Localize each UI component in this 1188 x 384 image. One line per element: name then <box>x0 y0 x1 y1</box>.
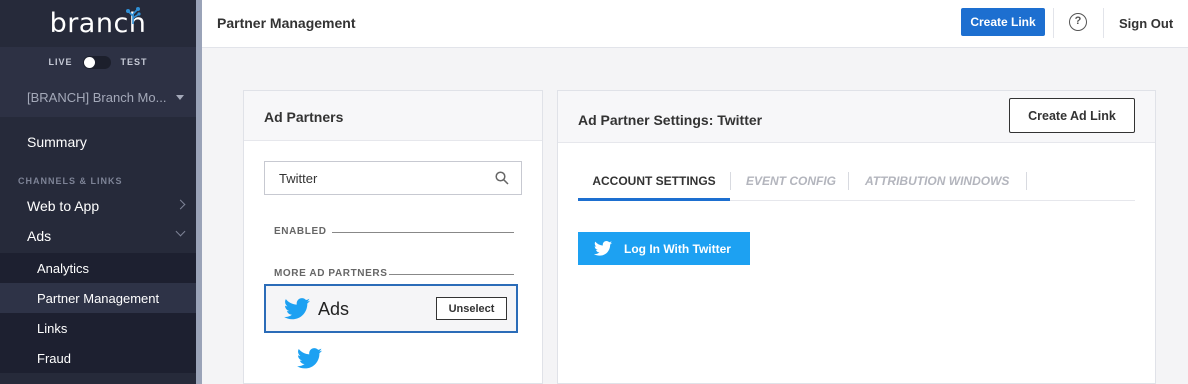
twitter-login-button[interactable]: Log In With Twitter <box>578 232 750 265</box>
partner-name: Ads <box>318 299 350 319</box>
settings-header: Ad Partner Settings: Twitter Create Ad L… <box>558 91 1155 143</box>
tab-separator <box>730 172 731 190</box>
chevron-down-icon <box>175 226 186 237</box>
twitter-icon <box>594 241 612 256</box>
divider <box>1053 8 1054 38</box>
partner-row-twitter-ads[interactable]: Ads Unselect <box>264 284 518 333</box>
test-label: TEST <box>120 57 148 67</box>
sidebar-item-label: Web to App <box>27 198 100 214</box>
tab-account-settings[interactable]: ACCOUNT SETTINGS <box>578 164 730 201</box>
twitter-icon[interactable] <box>297 348 322 369</box>
sidebar-subitem-label: Fraud <box>37 350 71 366</box>
leaf-icon <box>126 7 141 24</box>
help-icon[interactable]: ? <box>1069 13 1087 31</box>
create-ad-link-button[interactable]: Create Ad Link <box>1009 98 1135 133</box>
caret-down-icon <box>176 94 184 100</box>
sign-out-link[interactable]: Sign Out <box>1119 16 1173 31</box>
sidebar-item-summary[interactable]: Summary <box>0 127 196 157</box>
tab-event-config[interactable]: EVENT CONFIG <box>746 164 836 201</box>
sidebar-subitem-label: Partner Management <box>37 290 160 306</box>
org-selector[interactable]: [BRANCH] Branch Mo... <box>0 77 196 117</box>
unselect-button[interactable]: Unselect <box>436 297 507 320</box>
environment-switch: LIVE TEST <box>0 47 196 77</box>
live-label: LIVE <box>48 57 73 67</box>
create-link-button[interactable]: Create Link <box>961 8 1045 36</box>
group-divider <box>332 232 514 233</box>
twitter-icon <box>284 298 310 320</box>
sidebar-subitem-fraud[interactable]: Fraud <box>0 343 196 373</box>
sidebar-item-web-to-app[interactable]: Web to App <box>0 191 196 221</box>
sidebar-item-ads[interactable]: Ads <box>0 221 196 251</box>
sidebar-subitem-label: Analytics <box>37 260 90 276</box>
sidebar-item-label: Ads <box>27 228 52 244</box>
divider <box>1103 8 1104 38</box>
chevron-right-icon <box>175 199 186 210</box>
sidebar-subitem-label: Links <box>37 320 68 336</box>
ad-partner-settings-panel: Ad Partner Settings: Twitter Create Ad L… <box>557 90 1156 384</box>
twitter-login-label: Log In With Twitter <box>624 241 731 256</box>
branch-logo[interactable]: branch <box>0 0 196 47</box>
ad-partners-panel: Ad Partners ENABLED MORE AD PARTNERS Ads… <box>243 90 543 384</box>
sidebar-subitem-links[interactable]: Links <box>0 313 196 343</box>
top-bar: Partner Management Create Link ? Sign Ou… <box>202 0 1188 48</box>
partner-search-input[interactable] <box>265 162 485 194</box>
sidebar-item-label: Summary <box>27 134 87 150</box>
ad-partners-title: Ad Partners <box>264 109 344 125</box>
ad-partners-header: Ad Partners <box>244 91 542 141</box>
sidebar-edge <box>196 0 202 384</box>
partner-search-box <box>264 161 522 195</box>
sidebar-subitem-analytics[interactable]: Analytics <box>0 253 196 283</box>
group-divider <box>389 274 514 275</box>
enabled-group-label: ENABLED <box>274 226 327 237</box>
tab-attribution-windows[interactable]: ATTRIBUTION WINDOWS <box>865 164 1009 201</box>
more-partners-group-label: MORE AD PARTNERS <box>274 268 388 279</box>
settings-title: Ad Partner Settings: Twitter <box>578 112 763 128</box>
live-test-toggle[interactable] <box>82 55 111 69</box>
tab-separator <box>1026 172 1027 190</box>
sidebar-section-channels-links: CHANNELS & LINKS <box>18 176 123 186</box>
tab-separator <box>848 172 849 190</box>
search-icon[interactable] <box>495 171 509 185</box>
sidebar-subitem-partner-management[interactable]: Partner Management <box>0 283 196 313</box>
settings-tabs: ACCOUNT SETTINGS EVENT CONFIG ATTRIBUTIO… <box>578 164 1135 201</box>
ads-subnav: Analytics Partner Management Links Fraud <box>0 253 196 373</box>
org-selector-value: [BRANCH] Branch Mo... <box>27 89 167 105</box>
sidebar: branch LIVE TEST [BRANCH] Branch Mo... S… <box>0 0 196 384</box>
toggle-knob <box>83 56 95 68</box>
page-title: Partner Management <box>217 15 356 31</box>
